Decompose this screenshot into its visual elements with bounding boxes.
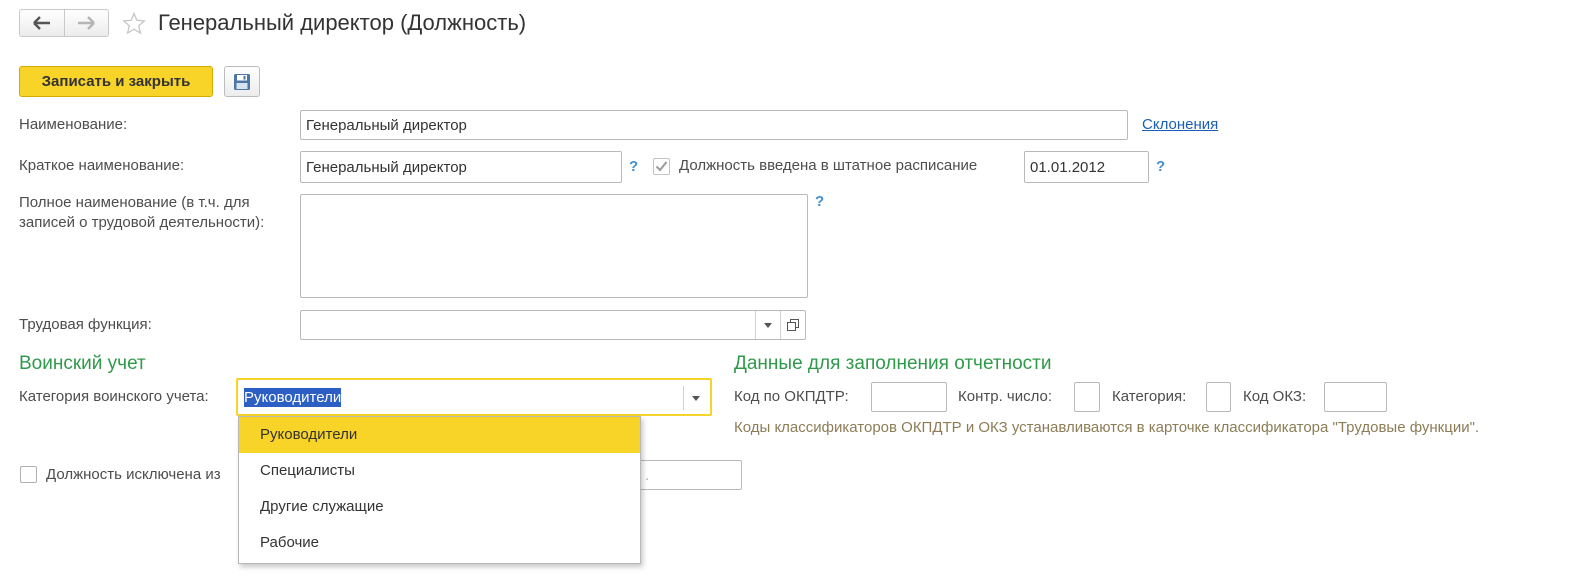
control-number-label: Контр. число: xyxy=(958,388,1053,405)
back-button[interactable] xyxy=(20,10,64,36)
save-button[interactable] xyxy=(224,66,260,97)
name-label: Наименование: xyxy=(19,116,128,133)
staff-help[interactable]: ? xyxy=(1156,158,1165,175)
military-section-title: Воинский учет xyxy=(19,353,146,374)
full-name-label-line1: Полное наименование (в т.ч. для xyxy=(19,194,250,211)
dropdown-option-managers[interactable]: Руководители xyxy=(239,417,640,453)
chevron-down-icon xyxy=(764,322,772,328)
full-name-help[interactable]: ? xyxy=(815,193,824,210)
staff-label: Должность введена в штатное расписание xyxy=(679,157,978,174)
dropdown-option-workers[interactable]: Рабочие xyxy=(239,525,640,561)
staff-checkbox[interactable] xyxy=(653,158,670,175)
labor-function-dropdown-button[interactable] xyxy=(755,311,780,339)
excluded-tail-input[interactable]: . xyxy=(630,460,742,490)
floppy-disk-icon xyxy=(234,73,250,90)
full-name-textarea[interactable] xyxy=(300,194,808,298)
window-title: Генеральный директор (Должность) xyxy=(158,10,527,35)
forward-button[interactable] xyxy=(63,10,109,36)
military-category-dropdown-button[interactable] xyxy=(683,386,707,410)
okpdtr-input[interactable] xyxy=(871,382,947,412)
military-category-dropdown-list: Руководители Специалисты Другие служащие… xyxy=(238,416,641,564)
arrow-left-icon xyxy=(32,16,50,30)
full-name-label-line2: записей о трудовой деятельности): xyxy=(19,214,265,231)
declensions-link[interactable]: Склонения xyxy=(1142,116,1218,133)
check-icon xyxy=(655,161,668,172)
star-icon xyxy=(122,11,146,35)
short-name-label: Краткое наименование: xyxy=(19,157,185,174)
control-number-input[interactable] xyxy=(1074,382,1100,412)
reporting-hint: Коды классификаторов ОКПДТР и ОКЗ устана… xyxy=(734,419,1480,436)
reporting-section-title: Данные для заполнения отчетности xyxy=(734,353,1052,374)
dropdown-option-specialists[interactable]: Специалисты xyxy=(239,453,640,489)
short-name-help[interactable]: ? xyxy=(629,158,638,175)
category-label: Категория: xyxy=(1112,388,1187,405)
staff-date-input[interactable]: 01.01.2012 xyxy=(1024,151,1149,183)
labor-function-open-button[interactable] xyxy=(780,311,805,339)
excluded-checkbox[interactable] xyxy=(20,466,37,483)
okpdtr-label: Код по ОКПДТР: xyxy=(734,388,849,405)
save-and-close-button[interactable]: Записать и закрыть xyxy=(19,66,213,97)
labor-function-label: Трудовая функция: xyxy=(19,316,152,333)
favorite-star-button[interactable] xyxy=(122,11,146,39)
okz-input[interactable] xyxy=(1324,382,1387,412)
short-name-input[interactable]: Генеральный директор xyxy=(300,151,622,183)
arrow-right-icon xyxy=(78,16,96,30)
category-input[interactable] xyxy=(1206,382,1231,412)
open-form-icon xyxy=(787,319,799,331)
chevron-down-icon xyxy=(691,395,700,401)
nav-group xyxy=(19,9,109,37)
dropdown-option-other-employees[interactable]: Другие служащие xyxy=(239,489,640,525)
military-category-label: Категория воинского учета: xyxy=(19,388,209,405)
excluded-label: Должность исключена из xyxy=(46,466,221,483)
military-category-select[interactable]: Руководители xyxy=(236,378,712,416)
name-input[interactable]: Генеральный директор xyxy=(300,110,1128,140)
military-category-value: Руководители xyxy=(244,387,342,407)
okz-label: Код ОКЗ: xyxy=(1243,388,1307,405)
labor-function-input[interactable] xyxy=(300,310,806,340)
